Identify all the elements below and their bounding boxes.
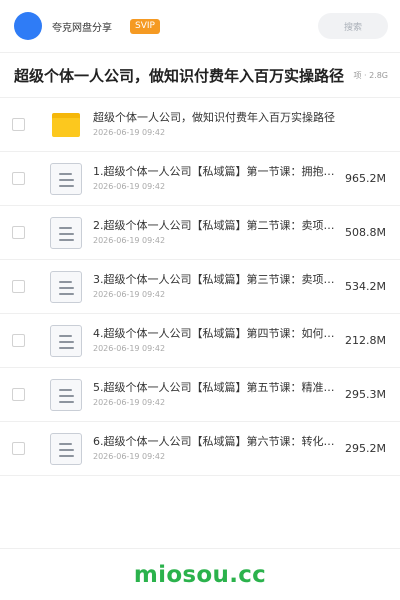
file-info: 2.超级个体一人公司【私域篇】第二节课：卖项目4步… 2026-06-19 09…: [93, 218, 343, 247]
document-icon: [49, 324, 83, 358]
page-title: 超级个体一人公司，做知识付费年入百万实操路径: [14, 66, 345, 85]
file-info: 1.超级个体一人公司【私域篇】第一节课：拥抱互联网… 2026-06-19 09…: [93, 164, 343, 193]
file-info: 超级个体一人公司，做知识付费年入百万实操路径 2026-06-19 09:42: [93, 110, 384, 139]
document-icon: [49, 162, 83, 196]
document-icon: [49, 216, 83, 250]
file-size: 534.2M: [345, 280, 386, 293]
row-checkbox[interactable]: [12, 172, 25, 185]
document-icon: [49, 270, 83, 304]
share-header: 夸克网盘分享 SVIP 搜索: [0, 0, 400, 52]
file-name[interactable]: 5.超级个体一人公司【私域篇】第五节课：精准引流方…: [93, 380, 343, 396]
document-icon: [49, 432, 83, 466]
file-row[interactable]: 4.超级个体一人公司【私域篇】第四节课：如何选靠谱… 2026-06-19 09…: [0, 314, 400, 368]
file-info: 6.超级个体一人公司【私域篇】第六节课：转化成交.… 2026-06-19 09…: [93, 434, 343, 463]
file-size: 508.8M: [345, 226, 386, 239]
file-list: 超级个体一人公司，做知识付费年入百万实操路径 2026-06-19 09:42 …: [0, 98, 400, 476]
file-name[interactable]: 2.超级个体一人公司【私域篇】第二节课：卖项目4步…: [93, 218, 343, 234]
file-name[interactable]: 4.超级个体一人公司【私域篇】第四节课：如何选靠谱…: [93, 326, 343, 342]
folder-icon: [49, 108, 83, 142]
row-checkbox[interactable]: [12, 226, 25, 239]
avatar[interactable]: [14, 12, 42, 40]
file-row[interactable]: 3.超级个体一人公司【私域篇】第三节课：卖项目的必… 2026-06-19 09…: [0, 260, 400, 314]
file-info: 4.超级个体一人公司【私域篇】第四节课：如何选靠谱… 2026-06-19 09…: [93, 326, 343, 355]
row-checkbox[interactable]: [12, 388, 25, 401]
row-checkbox[interactable]: [12, 334, 25, 347]
row-checkbox[interactable]: [12, 118, 25, 131]
file-name[interactable]: 3.超级个体一人公司【私域篇】第三节课：卖项目的必…: [93, 272, 343, 288]
file-row[interactable]: 超级个体一人公司，做知识付费年入百万实操路径 2026-06-19 09:42: [0, 98, 400, 152]
file-date: 2026-06-19 09:42: [93, 344, 166, 353]
watermark-text: miosou.cc: [133, 561, 267, 588]
search-button[interactable]: 搜索: [318, 13, 388, 39]
row-checkbox[interactable]: [12, 442, 25, 455]
row-checkbox[interactable]: [12, 280, 25, 293]
document-icon: [49, 378, 83, 412]
file-name[interactable]: 6.超级个体一人公司【私域篇】第六节课：转化成交.…: [93, 434, 343, 450]
footer: miosou.cc: [0, 548, 400, 600]
file-info: 5.超级个体一人公司【私域篇】第五节课：精准引流方… 2026-06-19 09…: [93, 380, 343, 409]
folder-meta: 项 · 2.8G: [353, 70, 388, 80]
file-date: 2026-06-19 09:42: [93, 236, 166, 245]
share-name: 夸克网盘分享: [52, 22, 112, 34]
file-row[interactable]: 5.超级个体一人公司【私域篇】第五节课：精准引流方… 2026-06-19 09…: [0, 368, 400, 422]
file-size: 212.8M: [345, 334, 386, 347]
file-name[interactable]: 1.超级个体一人公司【私域篇】第一节课：拥抱互联网…: [93, 164, 343, 180]
file-date: 2026-06-19 09:42: [93, 290, 166, 299]
file-size: 295.3M: [345, 388, 386, 401]
file-row[interactable]: 2.超级个体一人公司【私域篇】第二节课：卖项目4步… 2026-06-19 09…: [0, 206, 400, 260]
search-placeholder: 搜索: [343, 22, 362, 33]
file-info: 3.超级个体一人公司【私域篇】第三节课：卖项目的必… 2026-06-19 09…: [93, 272, 343, 301]
svip-badge: SVIP: [130, 18, 160, 34]
file-size: 965.2M: [345, 172, 386, 185]
file-date: 2026-06-19 09:42: [93, 452, 166, 461]
file-date: 2026-06-19 09:42: [93, 182, 166, 191]
file-date: 2026-06-19 09:42: [93, 128, 166, 137]
file-date: 2026-06-19 09:42: [93, 398, 166, 407]
folder-title-bar: 超级个体一人公司，做知识付费年入百万实操路径 项 · 2.8G: [0, 52, 400, 98]
file-size: 295.2M: [345, 442, 386, 455]
file-row[interactable]: 6.超级个体一人公司【私域篇】第六节课：转化成交.… 2026-06-19 09…: [0, 422, 400, 476]
file-row[interactable]: 1.超级个体一人公司【私域篇】第一节课：拥抱互联网… 2026-06-19 09…: [0, 152, 400, 206]
file-name[interactable]: 超级个体一人公司，做知识付费年入百万实操路径: [93, 110, 384, 126]
